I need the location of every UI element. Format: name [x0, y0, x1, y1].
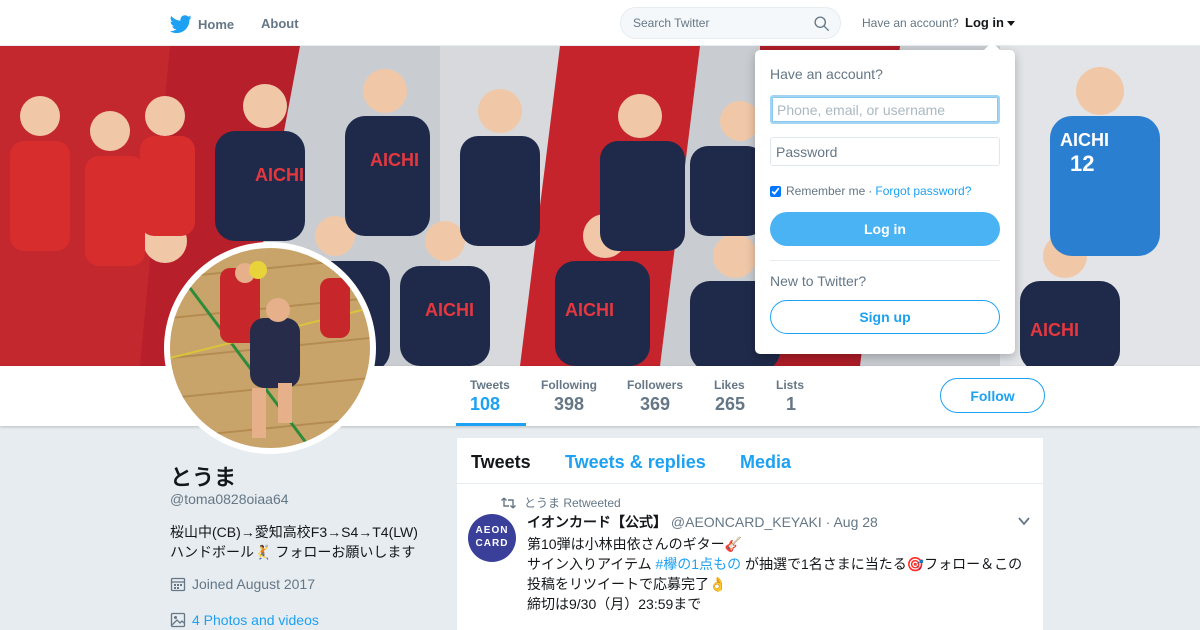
- nav-home-link[interactable]: Home: [170, 12, 234, 36]
- timeline-tabs: Tweets Tweets & replies Media: [457, 438, 1043, 484]
- nav-home-label: Home: [198, 16, 235, 32]
- profile-avatar[interactable]: [164, 242, 376, 454]
- joined-text: Joined August 2017: [192, 576, 315, 592]
- stat-value: 398: [554, 394, 585, 414]
- tweet-line-text: サイン入りアイテム: [527, 556, 656, 572]
- forgot-password-link[interactable]: Forgot password?: [875, 184, 971, 198]
- search-icon[interactable]: [813, 15, 830, 32]
- svg-text:AICHI: AICHI: [1030, 320, 1079, 340]
- svg-text:AICHI: AICHI: [425, 300, 474, 320]
- avatar-text: AEON: [475, 525, 509, 536]
- profile-handle[interactable]: @toma0828oiaa64: [170, 491, 289, 507]
- remember-me-checkbox[interactable]: [770, 185, 781, 197]
- image-icon: [170, 612, 186, 628]
- calendar-icon: [170, 577, 186, 592]
- svg-text:12: 12: [1070, 151, 1094, 176]
- signup-button[interactable]: Sign up: [770, 300, 1000, 334]
- bio-line: 桜山中(CB)→愛知高校F3→S4→T4(LW): [170, 524, 418, 540]
- login-dropdown: Have an account? Remember me · Forgot pa…: [755, 42, 1015, 354]
- top-navigation-bar: Home About Have an account? Log in: [0, 0, 1200, 46]
- search-box: [620, 7, 841, 39]
- tweet-item[interactable]: とうま Retweeted AEON CARD イオンカード【公式】 @AEON…: [457, 484, 1043, 630]
- retweet-icon: [501, 497, 516, 508]
- stat-followers[interactable]: Followers 369: [627, 378, 683, 415]
- stat-label: Likes: [714, 378, 745, 392]
- divider: [770, 260, 1000, 261]
- tab-media[interactable]: Media: [740, 452, 791, 473]
- login-dropdown-title: Have an account?: [770, 66, 883, 82]
- stat-label: Followers: [627, 378, 684, 392]
- chevron-down-icon[interactable]: [1017, 514, 1031, 528]
- tweet-header: イオンカード【公式】 @AEONCARD_KEYAKI · Aug 28: [527, 512, 878, 532]
- password-input[interactable]: [770, 137, 1000, 166]
- have-account-text: Have an account?: [862, 16, 959, 30]
- svg-text:AICHI: AICHI: [255, 165, 304, 185]
- tweet-author-name[interactable]: イオンカード【公式】: [527, 514, 667, 530]
- caret-down-icon: [1007, 21, 1015, 27]
- follow-button[interactable]: Follow: [940, 378, 1045, 413]
- timeline-panel: Tweets Tweets & replies Media とうま Retwee…: [456, 437, 1044, 630]
- tweet-timestamp[interactable]: · Aug 28: [826, 514, 878, 530]
- svg-text:AICHI: AICHI: [565, 300, 614, 320]
- profile-joined: Joined August 2017: [170, 576, 315, 592]
- stat-lists[interactable]: Lists 1: [776, 378, 804, 415]
- photos-label: 4 Photos and videos: [192, 612, 319, 628]
- tab-tweets-and-replies[interactable]: Tweets & replies: [565, 452, 706, 473]
- dropdown-arrow: [984, 42, 1000, 50]
- twitter-bird-icon: [170, 15, 192, 34]
- stat-label: Following: [541, 378, 597, 392]
- profile-name[interactable]: とうま: [170, 460, 236, 492]
- avatar-handball-photo: [170, 248, 370, 448]
- tweet-text: 第10弾は小林由依さんのギター🎸 サイン入りアイテム #欅の1点もの が抽選で1…: [527, 534, 1037, 614]
- avatar-text: CARD: [475, 538, 509, 549]
- tweet-line: 投稿をリツイートで応募完了👌: [527, 576, 727, 592]
- svg-text:AICHI: AICHI: [370, 150, 419, 170]
- retweet-context-text[interactable]: とうま Retweeted: [524, 494, 621, 511]
- remember-me-row: Remember me · Forgot password?: [770, 184, 971, 198]
- username-input[interactable]: [770, 95, 1000, 124]
- stat-value: 1: [786, 394, 797, 414]
- tweet-author-avatar[interactable]: AEON CARD: [468, 514, 516, 562]
- tab-tweets[interactable]: Tweets: [471, 452, 531, 473]
- separator: ·: [868, 184, 873, 198]
- login-button[interactable]: Log in: [770, 212, 1000, 246]
- login-dropdown-toggle[interactable]: Log in: [965, 15, 1015, 30]
- nav-about-link[interactable]: About: [261, 16, 299, 31]
- login-toggle-label: Log in: [965, 15, 1004, 30]
- tweet-author-handle[interactable]: @AEONCARD_KEYAKI: [671, 514, 822, 530]
- stat-label: Lists: [776, 378, 805, 392]
- remember-me-label[interactable]: Remember me: [786, 184, 865, 198]
- stat-label: Tweets: [470, 378, 510, 392]
- tweet-line: 締切は9/30（月）23:59まで: [527, 596, 702, 612]
- profile-bio: 桜山中(CB)→愛知高校F3→S4→T4(LW) ハンドボール🤾 フォローお願い…: [170, 522, 440, 562]
- stat-likes[interactable]: Likes 265: [714, 378, 745, 415]
- search-input[interactable]: [633, 14, 803, 32]
- stat-following[interactable]: Following 398: [541, 378, 597, 415]
- stat-tweets[interactable]: Tweets 108: [456, 378, 526, 426]
- tweet-line: サイン入りアイテム #欅の1点もの が抽選で1名さまに当たる🎯フォロー＆この: [527, 554, 1037, 574]
- tweet-line: 第10弾は小林由依さんのギター🎸: [527, 536, 743, 552]
- svg-text:AICHI: AICHI: [1060, 130, 1109, 150]
- avatar-photo: [170, 248, 370, 448]
- stat-value: 108: [470, 394, 501, 414]
- retweet-context: とうま Retweeted: [501, 494, 621, 511]
- bio-line: ハンドボール🤾 フォローお願いします: [170, 544, 416, 560]
- stat-value: 265: [715, 394, 746, 414]
- stat-value: 369: [640, 394, 671, 414]
- tweet-line-text: が抽選で1名さまに当たる🎯フォロー＆この: [741, 556, 1023, 572]
- photos-and-videos-link[interactable]: 4 Photos and videos: [170, 612, 319, 628]
- new-to-twitter-text: New to Twitter?: [770, 273, 867, 289]
- hashtag-link[interactable]: #欅の1点もの: [656, 556, 742, 572]
